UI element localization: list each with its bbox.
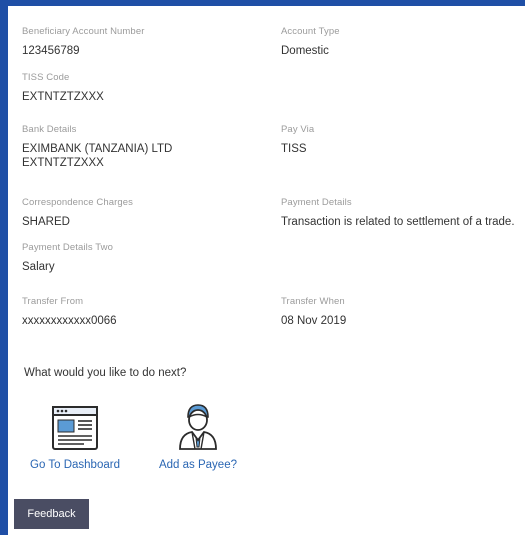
bank-details-field: Bank Details EXIMBANK (TANZANIA) LTD EXT… (22, 124, 172, 170)
payee-person-icon (179, 404, 217, 450)
window-top-border (0, 0, 525, 6)
correspondence-charges-field: Correspondence Charges SHARED (22, 197, 133, 229)
window-left-border (0, 0, 8, 535)
account-type-field: Account Type Domestic (281, 26, 340, 58)
pay-via-value: TISS (281, 143, 307, 155)
add-as-payee-action[interactable]: Add as Payee? (152, 402, 244, 471)
go-to-dashboard-action[interactable]: Go To Dashboard (30, 405, 120, 471)
payment-details-label: Payment Details (281, 197, 352, 208)
transfer-from-value: xxxxxxxxxxxx0066 (22, 315, 117, 327)
account-type-label: Account Type (281, 26, 340, 37)
tiss-code-field: TISS Code EXTNTZTZXXX (22, 72, 104, 104)
payment-details-field: Payment Details Transaction is related t… (281, 197, 515, 229)
dashboard-icon (52, 406, 98, 450)
bank-name: EXIMBANK (TANZANIA) LTD (22, 143, 173, 155)
correspondence-charges-value: SHARED (22, 216, 70, 228)
beneficiary-account-number-field: Beneficiary Account Number 123456789 (22, 26, 144, 58)
pay-via-label: Pay Via (281, 124, 315, 135)
payment-details-two-label: Payment Details Two (22, 242, 113, 253)
bank-swift-code: EXTNTZTZXXX (22, 157, 104, 169)
add-as-payee-label[interactable]: Add as Payee? (152, 459, 244, 471)
pay-via-field: Pay Via TISS (281, 124, 314, 156)
next-steps-question: What would you like to do next? (24, 367, 187, 379)
payment-details-two-value: Salary (22, 261, 55, 273)
transfer-when-field: Transfer When 08 Nov 2019 (281, 296, 346, 328)
payment-details-two-field: Payment Details Two Salary (22, 242, 113, 274)
go-to-dashboard-label[interactable]: Go To Dashboard (30, 459, 120, 471)
beneficiary-account-number-value: 123456789 (22, 45, 80, 57)
transfer-from-label: Transfer From (22, 296, 84, 307)
beneficiary-account-number-label: Beneficiary Account Number (22, 26, 145, 37)
payment-details-value: Transaction is related to settlement of … (281, 216, 515, 228)
feedback-button[interactable]: Feedback (14, 499, 89, 529)
account-type-value: Domestic (281, 45, 329, 57)
tiss-code-label: TISS Code (22, 72, 70, 83)
transfer-when-label: Transfer When (281, 296, 345, 307)
transfer-when-value: 08 Nov 2019 (281, 315, 347, 327)
bank-details-label: Bank Details (22, 124, 77, 135)
transfer-from-field: Transfer From xxxxxxxxxxxx0066 (22, 296, 117, 328)
tiss-code-value: EXTNTZTZXXX (22, 91, 104, 103)
bank-details-value: EXIMBANK (TANZANIA) LTD EXTNTZTZXXX (22, 142, 172, 170)
correspondence-charges-label: Correspondence Charges (22, 197, 133, 208)
